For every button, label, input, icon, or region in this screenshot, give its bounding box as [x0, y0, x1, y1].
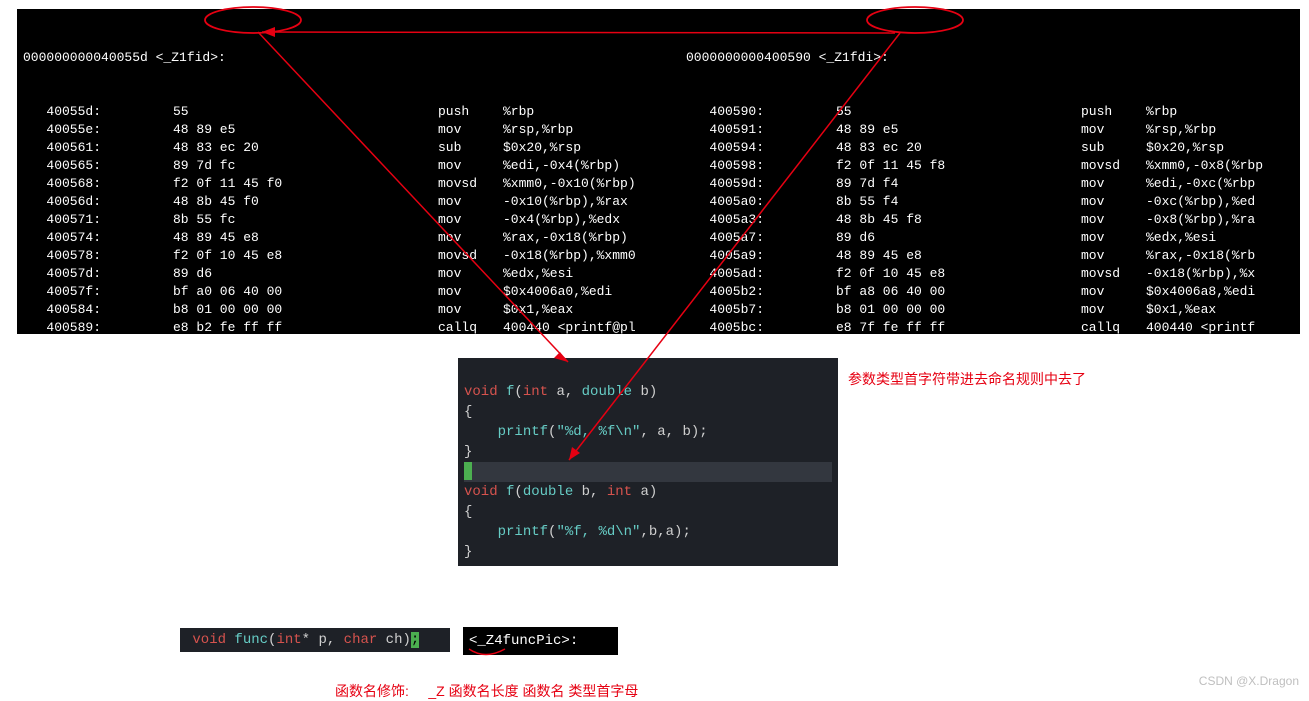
disasm-right: 0000000000400590 <_Z1fdi>: 400590:55push… — [680, 9, 1300, 334]
annotation-note-2: 函数名修饰: _Z 函数名长度 函数名 类型首字母 — [335, 681, 638, 701]
source-code-block: void f(int a, double b) { printf("%d, %f… — [458, 358, 838, 566]
disasm-left-header: 000000000040055d <_Z1fid>: — [23, 49, 674, 67]
mangled-name-output: <_Z4funcPic>: — [463, 627, 618, 655]
kw-int: int — [523, 384, 548, 400]
annotation-note-1: 参数类型首字符带进去命名规则中去了 — [848, 369, 1086, 389]
fn-name: f — [498, 384, 515, 400]
disasm-left-body: 40055d:55push%rbp 40055e:48 89 e5mov%rsp… — [23, 103, 674, 334]
disasm-right-body: 400590:55push%rbp 400591:48 89 e5mov%rsp… — [686, 103, 1294, 334]
kw-double: double — [582, 384, 632, 400]
kw-void: void — [464, 384, 498, 400]
highlight-line — [464, 462, 832, 482]
disasm-left: 000000000040055d <_Z1fid>: 40055d:55push… — [17, 9, 680, 334]
disasm-right-header: 0000000000400590 <_Z1fdi>: — [686, 49, 1294, 67]
watermark: CSDN @X.Dragon — [1199, 674, 1299, 688]
source-code-func: void func(int* p, char ch); — [180, 628, 450, 652]
cursor-icon — [464, 462, 472, 480]
